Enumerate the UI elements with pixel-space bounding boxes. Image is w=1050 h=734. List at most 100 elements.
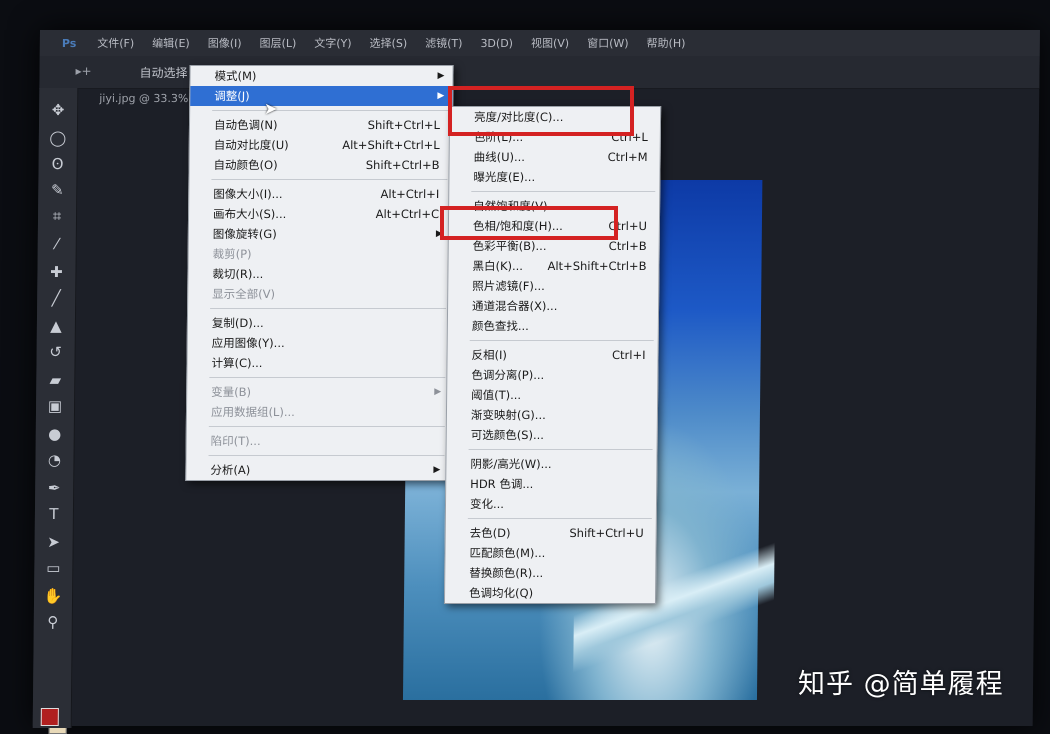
move-icon[interactable]: ✥: [47, 100, 69, 120]
menu-item-label: 自动对比度(U): [213, 138, 289, 153]
dodge-icon[interactable]: ◔: [43, 450, 65, 470]
menu-item-label: 匹配颜色(M)...: [469, 546, 546, 561]
adjust-menu-item[interactable]: 渐变映射(G)...: [447, 405, 657, 425]
menu-bar: Ps 文件(F) 编辑(E) 图像(I) 图层(L) 文字(Y) 选择(S) 滤…: [39, 30, 1040, 57]
menu-file[interactable]: 文件(F): [88, 35, 143, 51]
menu-item-label: 分析(A): [210, 463, 251, 478]
image-menu-item: 陷印(T)...: [187, 431, 449, 451]
menu-3d[interactable]: 3D(D): [471, 37, 522, 50]
menu-item-label: 通道混合器(X)...: [472, 299, 558, 314]
adjust-menu-item[interactable]: 阈值(T)...: [447, 385, 657, 405]
menu-edit[interactable]: 编辑(E): [143, 35, 199, 51]
menu-view[interactable]: 视图(V): [522, 35, 578, 51]
menu-separator: [208, 455, 445, 457]
menu-item-shortcut: Shift+Ctrl+B: [365, 158, 440, 173]
adjust-menu-item[interactable]: 色调分离(P)...: [447, 365, 657, 385]
healing-brush-icon[interactable]: ✚: [45, 262, 67, 282]
hand-icon[interactable]: ✋: [42, 586, 64, 606]
image-menu-item: 应用数据组(L)...: [187, 402, 449, 422]
adjust-menu-item[interactable]: 曝光度(E)...: [449, 167, 659, 187]
document-tab[interactable]: jiyi.jpg @ 33.3%(R: [99, 92, 200, 105]
image-menu-item[interactable]: 调整(J) ▶: [190, 86, 453, 107]
menu-separator: [212, 110, 449, 112]
adjust-menu-item[interactable]: 去色(D) Shift+Ctrl+U: [446, 523, 656, 543]
adjust-menu-item[interactable]: 变化...: [446, 494, 656, 514]
stamp-icon[interactable]: ▲: [45, 316, 67, 336]
menu-item-shortcut: Alt+Ctrl+I: [380, 187, 440, 202]
image-menu-item[interactable]: 模式(M) ▶: [190, 66, 452, 86]
marquee-icon[interactable]: ◯: [47, 128, 69, 148]
adjust-menu-item[interactable]: 可选颜色(S)...: [447, 425, 657, 445]
image-menu-item: 显示全部(V): [188, 284, 450, 304]
image-menu-item[interactable]: 应用图像(Y)...: [188, 333, 450, 353]
type-icon[interactable]: T: [43, 504, 65, 524]
image-menu-item[interactable]: 图像大小(I)... Alt+Ctrl+I: [189, 184, 451, 204]
menu-type[interactable]: 文字(Y): [305, 35, 360, 51]
adjust-menu-item[interactable]: 阴影/高光(W)...: [446, 454, 656, 474]
menu-item-label: 计算(C)...: [211, 356, 263, 371]
submenu-arrow-icon: ▶: [434, 387, 442, 398]
shape-icon[interactable]: ▭: [42, 558, 64, 578]
menu-item-label: 去色(D): [469, 526, 511, 541]
menu-layer[interactable]: 图层(L): [250, 35, 305, 51]
gradient-icon[interactable]: ▣: [44, 396, 66, 416]
image-menu-item[interactable]: 画布大小(S)... Alt+Ctrl+C: [189, 204, 451, 224]
menu-item-label: 调整(J): [214, 89, 250, 104]
menu-separator: [210, 308, 447, 310]
menu-separator: [471, 191, 656, 193]
menu-separator: [209, 377, 446, 379]
menu-item-label: 阴影/高光(W)...: [470, 457, 552, 472]
menu-item-shortcut: Ctrl+M: [607, 150, 648, 165]
zoom-icon[interactable]: ⚲: [42, 612, 64, 632]
history-brush-icon[interactable]: ↺: [45, 342, 67, 362]
path-select-icon[interactable]: ➤: [43, 532, 65, 552]
blur-icon[interactable]: ●: [44, 424, 66, 444]
move-tool-icon[interactable]: ▸+: [75, 64, 91, 78]
menu-filter[interactable]: 滤镜(T): [416, 35, 471, 51]
lasso-icon[interactable]: ʘ: [46, 154, 68, 174]
image-menu-item[interactable]: 自动对比度(U) Alt+Shift+Ctrl+L: [190, 135, 452, 155]
eraser-icon[interactable]: ▰: [44, 370, 66, 390]
foreground-color-swatch[interactable]: [40, 708, 59, 727]
adjust-menu-item[interactable]: 匹配颜色(M)...: [445, 543, 655, 563]
adjust-menu-item[interactable]: 色调均化(Q): [445, 583, 655, 603]
menu-item-label: 裁剪(P): [212, 247, 252, 262]
adjustments-submenu: 亮度/对比度(C)... 色阶(L)... Ctrl+L 曲线(U)... Ctrl+M…: [443, 106, 662, 605]
menu-select[interactable]: 选择(S): [361, 35, 417, 51]
adjust-menu-item[interactable]: 照片滤镜(F)...: [448, 276, 658, 296]
menu-help[interactable]: 帮助(H): [637, 35, 694, 51]
menu-separator: [211, 179, 448, 181]
watermark: 知乎 @简单履程: [798, 669, 1004, 700]
menu-window[interactable]: 窗口(W): [578, 35, 638, 51]
brush-icon[interactable]: ╱: [45, 288, 67, 308]
menu-item-label: 应用数据组(L)...: [210, 405, 295, 420]
highlight-box-hue-saturation: [440, 206, 618, 240]
highlight-box-brightness: [448, 86, 634, 136]
image-menu-item[interactable]: 计算(C)...: [187, 353, 449, 373]
image-menu-item[interactable]: 自动色调(N) Shift+Ctrl+L: [190, 115, 452, 135]
menu-item-label: 模式(M): [214, 69, 257, 84]
menu-item-shortcut: Alt+Shift+Ctrl+B: [547, 259, 647, 274]
image-menu-item[interactable]: 裁切(R)...: [188, 264, 450, 284]
adjust-menu-item[interactable]: 黑白(K)... Alt+Shift+Ctrl+B: [448, 256, 658, 276]
image-menu-dropdown: 模式(M) ▶ 调整(J) ▶ 自动色调(N) Shift+Ctrl+L 自动对比度(U) A…: [185, 65, 454, 482]
submenu-arrow-icon: ▶: [437, 71, 445, 82]
menu-image[interactable]: 图像(I): [199, 35, 251, 51]
image-menu-item[interactable]: 分析(A) ▶: [186, 460, 448, 480]
crop-icon[interactable]: ⌗: [46, 206, 68, 226]
adjust-menu-item[interactable]: HDR 色调...: [446, 474, 656, 494]
menu-separator: [469, 340, 654, 342]
image-menu-item[interactable]: 复制(D)...: [188, 313, 450, 333]
image-menu-item[interactable]: 图像旋转(G) ▶: [189, 224, 451, 244]
adjust-menu-item[interactable]: 通道混合器(X)...: [448, 296, 658, 316]
quick-select-icon[interactable]: ✎: [46, 180, 68, 200]
menu-separator: [468, 449, 653, 451]
adjust-menu-item[interactable]: 曲线(U)... Ctrl+M: [450, 147, 660, 167]
pen-icon[interactable]: ✒: [43, 478, 65, 498]
menu-item-label: 应用图像(Y)...: [211, 336, 285, 351]
adjust-menu-item[interactable]: 反相(I) Ctrl+I: [447, 345, 657, 365]
adjust-menu-item[interactable]: 替换颜色(R)...: [445, 563, 655, 583]
image-menu-item[interactable]: 自动颜色(O) Shift+Ctrl+B: [189, 155, 451, 175]
eyedropper-icon[interactable]: ⁄: [46, 234, 68, 254]
adjust-menu-item[interactable]: 颜色查找...: [448, 316, 658, 336]
